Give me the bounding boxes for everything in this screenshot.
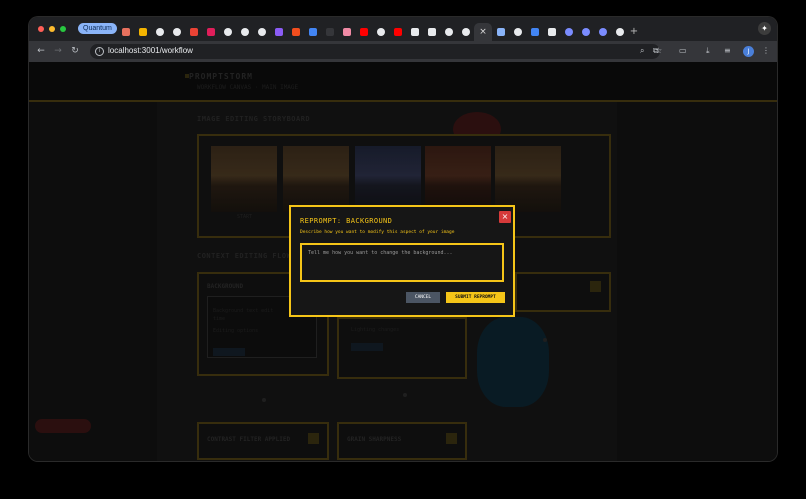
sidebar-icon[interactable]: ▭: [679, 46, 687, 55]
d-icon[interactable]: [306, 25, 319, 38]
tab-list: × +: [117, 22, 640, 41]
new-tab-plus-icon[interactable]: +: [628, 26, 640, 37]
profile-avatar[interactable]: J: [743, 46, 754, 57]
tab-group-quantum[interactable]: Quantum: [78, 23, 117, 34]
site-info-icon[interactable]: i: [95, 47, 104, 56]
chatgpt-icon[interactable]: [238, 25, 251, 38]
gear-icon[interactable]: [562, 25, 575, 38]
window-controls: [38, 26, 66, 32]
youtube-icon[interactable]: [357, 25, 370, 38]
active-tab-close-icon[interactable]: ×: [474, 23, 492, 41]
gear-icon[interactable]: [579, 25, 592, 38]
github-icon[interactable]: [153, 25, 166, 38]
google-icon[interactable]: [374, 25, 387, 38]
reading-list-icon[interactable]: ≡: [724, 46, 731, 55]
browser-toolbar: ← → ↻ i localhost:3001/workflow ⌕ ☆ ⧉ ▭ …: [29, 41, 777, 62]
cancel-button[interactable]: CANCEL: [406, 292, 440, 303]
c-badge-icon[interactable]: [136, 25, 149, 38]
blank-icon[interactable]: [323, 25, 336, 38]
back-arrow-icon[interactable]: ←: [35, 45, 47, 58]
sparkle-icon[interactable]: [494, 25, 507, 38]
browser-window: Quantum × + ✦ ← → ↻ i localhost:3001/work…: [29, 17, 777, 461]
forward-arrow-icon[interactable]: →: [52, 45, 64, 58]
modal-subtitle: Describe how you want to modify this asp…: [300, 230, 455, 235]
maximize-window-button[interactable]: [60, 26, 66, 32]
openai-icon[interactable]: [459, 25, 472, 38]
square-icon[interactable]: [528, 25, 541, 38]
openai-icon[interactable]: [613, 25, 626, 38]
openai-icon[interactable]: [170, 25, 183, 38]
block-icon[interactable]: [221, 25, 234, 38]
modal-close-button[interactable]: ×: [499, 211, 511, 223]
youtube-icon[interactable]: [391, 25, 404, 38]
address-bar[interactable]: i localhost:3001/workflow ⌕ ☆: [90, 44, 662, 59]
minimize-window-button[interactable]: [49, 26, 55, 32]
download-icon[interactable]: ⤓: [706, 46, 710, 56]
gmail-icon[interactable]: [187, 25, 200, 38]
slack-icon[interactable]: [204, 25, 217, 38]
tab-strip: Quantum × + ✦: [29, 17, 777, 41]
zoom-icon[interactable]: ⌕: [640, 46, 644, 56]
openai-icon[interactable]: [442, 25, 455, 38]
reload-icon[interactable]: ↻: [69, 45, 81, 58]
more-menu-icon[interactable]: ⋮: [762, 46, 770, 55]
reprompt-modal: REPROMPT: BACKGROUND Describe how you wa…: [289, 205, 515, 317]
v-icon[interactable]: [272, 25, 285, 38]
close-window-button[interactable]: [38, 26, 44, 32]
s-badge-icon[interactable]: [119, 25, 132, 38]
d-icon[interactable]: [408, 25, 421, 38]
reprompt-textarea[interactable]: [300, 243, 504, 282]
calendar-icon[interactable]: [545, 25, 558, 38]
modal-title: REPROMPT: BACKGROUND: [300, 217, 393, 225]
code-icon[interactable]: [425, 25, 438, 38]
github-icon[interactable]: [255, 25, 268, 38]
web-page: PROMPTSTORM WORKFLOW CANVAS · MAIN IMAGE…: [29, 62, 777, 461]
openai-icon[interactable]: [511, 25, 524, 38]
extensions-sparkle-icon[interactable]: ✦: [758, 22, 771, 35]
gear-icon[interactable]: [596, 25, 609, 38]
url-text[interactable]: localhost:3001/workflow: [108, 46, 193, 55]
submit-reprompt-button[interactable]: SUBMIT REPROMPT: [446, 292, 505, 303]
notion-icon[interactable]: [340, 25, 353, 38]
figma-icon[interactable]: [289, 25, 302, 38]
extensions-puzzle-icon[interactable]: ⧉: [653, 46, 659, 56]
